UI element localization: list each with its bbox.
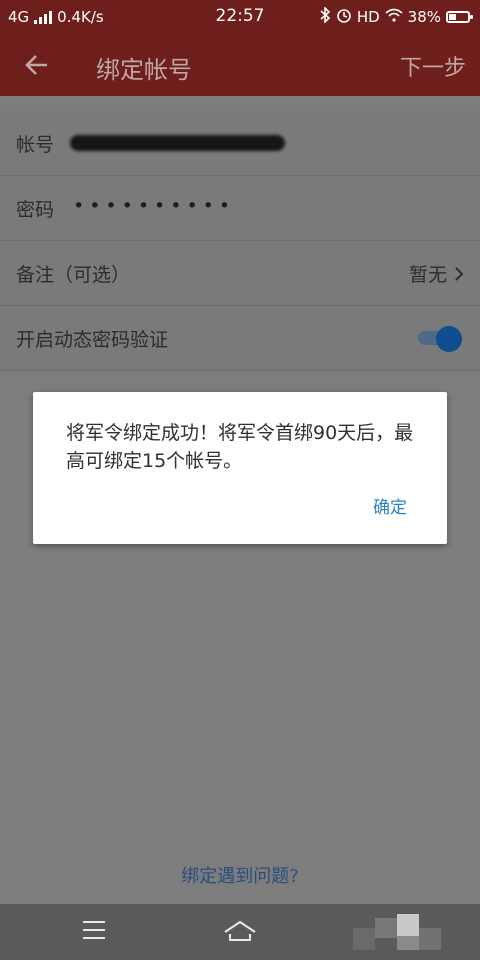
back-key-blurred[interactable] bbox=[353, 914, 453, 952]
help-link[interactable]: 绑定遇到问题? bbox=[0, 862, 480, 888]
note-value-wrap: 暂无 bbox=[409, 260, 464, 287]
navigation-bar bbox=[0, 904, 480, 960]
next-step-button[interactable]: 下一步 bbox=[400, 50, 466, 82]
home-icon[interactable] bbox=[222, 918, 258, 944]
alarm-icon bbox=[336, 7, 352, 27]
battery-percent: 38% bbox=[407, 8, 441, 26]
note-value: 暂无 bbox=[408, 264, 447, 286]
menu-icon[interactable] bbox=[83, 921, 105, 939]
note-label: 备注（可选） bbox=[16, 264, 131, 286]
status-bar: 4G 0.4K/s 22:57 HD 38% bbox=[0, 0, 480, 33]
toggle-knob bbox=[436, 326, 462, 352]
battery-icon bbox=[446, 11, 473, 23]
dynamic-password-toggle[interactable] bbox=[418, 326, 462, 352]
success-dialog: 将军令绑定成功！将军令首绑90天后，最高可绑定15个帐号。 确定 bbox=[33, 392, 447, 544]
page-title: 绑定帐号 bbox=[96, 56, 192, 84]
app-bar: 绑定帐号 下一步 bbox=[0, 33, 480, 96]
dialog-ok-button[interactable]: 确定 bbox=[373, 493, 407, 518]
password-row[interactable]: 密码 •••••••••• bbox=[0, 176, 480, 241]
dialog-message: 将军令绑定成功！将军令首绑90天后，最高可绑定15个帐号。 bbox=[66, 422, 414, 472]
account-form: 帐号 密码 •••••••••• 备注（可选） 暂无 开启动态密码验证 bbox=[0, 111, 480, 371]
note-row[interactable]: 备注（可选） 暂无 bbox=[0, 241, 480, 306]
back-button[interactable] bbox=[20, 48, 54, 82]
password-label: 密码 bbox=[16, 199, 55, 221]
hd-badge: HD bbox=[356, 8, 380, 26]
wifi-icon bbox=[385, 8, 403, 26]
status-right: HD 38% bbox=[319, 6, 473, 27]
account-value-redacted bbox=[70, 135, 285, 151]
password-value: •••••••••• bbox=[73, 195, 236, 217]
dynamic-password-row: 开启动态密码验证 bbox=[0, 306, 480, 371]
account-row[interactable]: 帐号 bbox=[0, 111, 480, 176]
chevron-right-icon bbox=[455, 266, 464, 281]
arrow-left-icon bbox=[25, 55, 47, 75]
account-label: 帐号 bbox=[16, 134, 55, 156]
dynamic-password-label: 开启动态密码验证 bbox=[16, 329, 169, 351]
bluetooth-icon bbox=[319, 6, 331, 27]
